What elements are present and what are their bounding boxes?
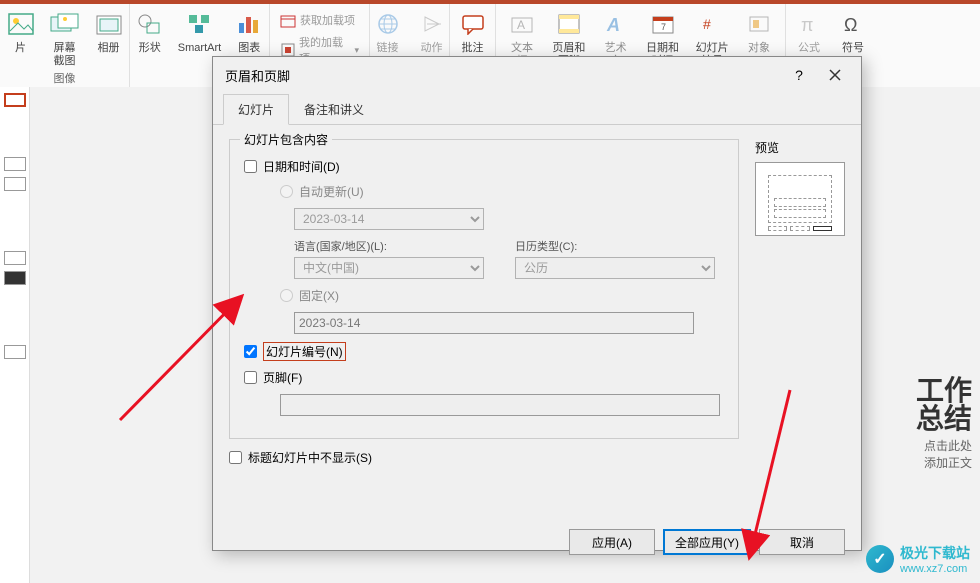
ribbon-smartart-button[interactable]: SmartArt xyxy=(174,6,225,57)
slidenum-icon: # xyxy=(696,8,728,40)
dialog-tabs: 幻灯片 备注和讲义 xyxy=(213,93,861,125)
ribbon-symbol-button[interactable]: Ω 符号 xyxy=(833,6,873,57)
slide-thumbnail-panel xyxy=(0,87,30,583)
comment-icon xyxy=(457,8,489,40)
language-select[interactable]: 中文(中国) xyxy=(294,257,484,279)
watermark-name: 极光下载站 xyxy=(900,543,970,563)
chart-icon xyxy=(233,8,265,40)
picture-icon xyxy=(5,8,37,40)
preview-label: 预览 xyxy=(755,139,845,156)
calendar-label: 日历类型(C): xyxy=(515,238,724,254)
tab-notes[interactable]: 备注和讲义 xyxy=(289,94,379,125)
equation-icon: π xyxy=(793,8,825,40)
slide-content-group: 幻灯片包含内容 日期和时间(D) 自动更新(U) 2023-03-14 语言(国… xyxy=(229,139,739,439)
slide-number-checkbox[interactable] xyxy=(244,345,257,358)
watermark-icon: ✓ xyxy=(866,545,894,573)
watermark: ✓ 极光下载站 www.xz7.com xyxy=(866,543,970,575)
store-icon xyxy=(280,12,296,28)
slide-thumbnail[interactable] xyxy=(4,157,26,171)
ribbon-pictures-button[interactable]: 片 xyxy=(1,6,41,57)
slide-title: 工作总结 xyxy=(916,377,972,433)
close-button[interactable] xyxy=(817,61,853,89)
svg-text:Ω: Ω xyxy=(844,15,857,35)
action-icon xyxy=(416,8,448,40)
shapes-icon xyxy=(134,8,166,40)
headerfooter-icon xyxy=(553,8,585,40)
album-icon xyxy=(93,8,125,40)
footer-label[interactable]: 页脚(F) xyxy=(263,369,302,386)
fixed-label: 固定(X) xyxy=(299,287,339,304)
close-icon xyxy=(829,69,841,81)
auto-update-radio[interactable] xyxy=(280,185,293,198)
slide-thumbnail[interactable] xyxy=(4,93,26,107)
calendar-select[interactable]: 公历 xyxy=(515,257,715,279)
datetime-checkbox[interactable] xyxy=(244,160,257,173)
svg-text:7: 7 xyxy=(661,22,666,32)
hide-on-title-label[interactable]: 标题幻灯片中不显示(S) xyxy=(248,449,372,466)
link-icon xyxy=(372,8,404,40)
preview-panel: 预览 xyxy=(755,139,845,236)
datetime-icon: 7 xyxy=(647,8,679,40)
apply-button[interactable]: 应用(A) xyxy=(569,529,655,555)
ribbon-object-button[interactable]: 对象 xyxy=(739,6,779,57)
apply-all-button[interactable]: 全部应用(Y) xyxy=(663,529,751,555)
ribbon-get-addins-button[interactable]: 获取加载项 xyxy=(276,10,363,30)
footer-checkbox[interactable] xyxy=(244,371,257,384)
svg-text:π: π xyxy=(801,15,813,35)
wordart-icon: A xyxy=(600,8,632,40)
slide-thumbnail[interactable] xyxy=(4,345,26,359)
ribbon-link-button[interactable]: 链接 xyxy=(368,6,408,57)
dialog-title: 页眉和页脚 xyxy=(225,66,290,85)
watermark-url: www.xz7.com xyxy=(900,563,970,575)
symbol-icon: Ω xyxy=(837,8,869,40)
datetime-label[interactable]: 日期和时间(D) xyxy=(263,158,340,175)
ribbon-shapes-button[interactable]: 形状 xyxy=(130,6,170,57)
dialog-titlebar[interactable]: 页眉和页脚 ? xyxy=(213,57,861,93)
textbox-icon: A xyxy=(506,8,538,40)
group-legend: 幻灯片包含内容 xyxy=(240,131,332,148)
slide-thumbnail[interactable] xyxy=(4,271,26,285)
object-icon xyxy=(743,8,775,40)
slide-number-label[interactable]: 幻灯片编号(N) xyxy=(263,342,346,361)
help-button[interactable]: ? xyxy=(781,61,817,89)
ribbon-screenshot-button[interactable]: 屏幕截图 xyxy=(45,6,85,70)
footer-text-input[interactable] xyxy=(280,394,720,416)
tab-slide[interactable]: 幻灯片 xyxy=(223,94,289,125)
screenshot-icon xyxy=(49,8,81,40)
ribbon-album-button[interactable]: 相册 xyxy=(89,6,129,57)
ribbon-action-button[interactable]: 动作 xyxy=(412,6,452,57)
smartart-icon xyxy=(184,8,216,40)
cancel-button[interactable]: 取消 xyxy=(759,529,845,555)
slide-thumbnail[interactable] xyxy=(4,177,26,191)
slide-subtitle: 点击此处添加正文 xyxy=(924,437,972,471)
preview-thumbnail xyxy=(755,162,845,236)
auto-update-label: 自动更新(U) xyxy=(299,183,364,200)
svg-text:A: A xyxy=(606,15,620,35)
svg-text:A: A xyxy=(517,18,525,32)
fixed-date-input[interactable] xyxy=(294,312,694,334)
fixed-radio[interactable] xyxy=(280,289,293,302)
svg-text:#: # xyxy=(703,16,711,32)
ribbon-equation-button[interactable]: π 公式 xyxy=(789,6,829,57)
language-label: 语言(国家/地区)(L): xyxy=(294,238,503,254)
dialog-footer: 应用(A) 全部应用(Y) 取消 xyxy=(213,519,861,565)
ribbon-chart-button[interactable]: 图表 xyxy=(229,6,269,57)
date-format-select[interactable]: 2023-03-14 xyxy=(294,208,484,230)
ribbon-comment-button[interactable]: 批注 xyxy=(453,6,493,57)
header-footer-dialog: 页眉和页脚 ? 幻灯片 备注和讲义 幻灯片包含内容 日期和时间(D) 自动更新(… xyxy=(212,56,862,551)
hide-on-title-checkbox[interactable] xyxy=(229,451,242,464)
slide-thumbnail[interactable] xyxy=(4,251,26,265)
